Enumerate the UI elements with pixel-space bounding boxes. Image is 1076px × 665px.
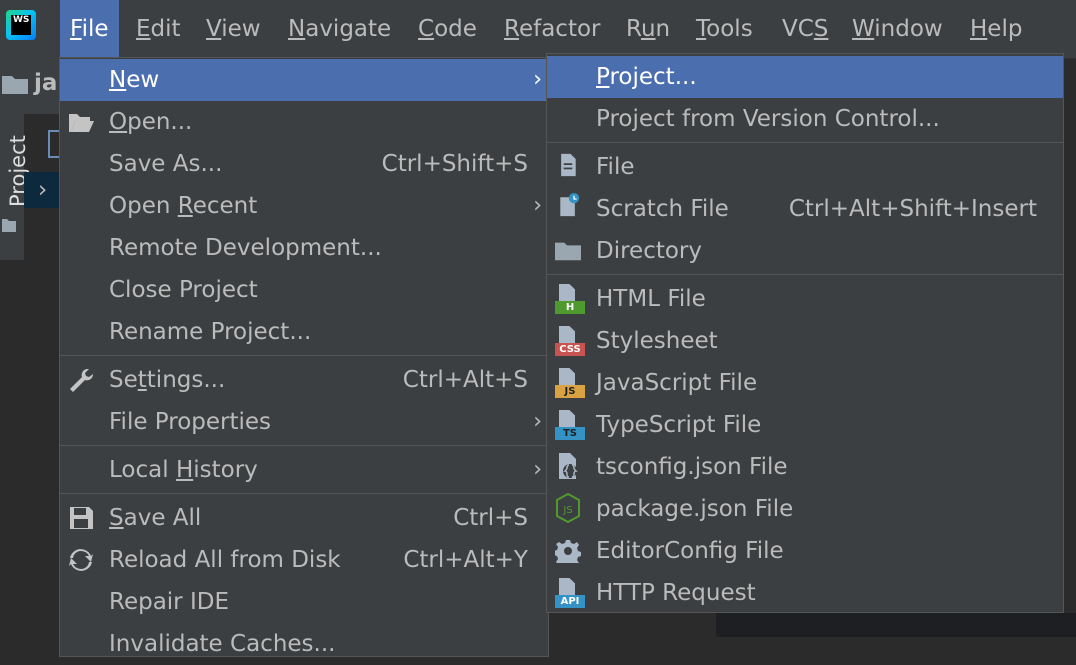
- submenu-item-editorconfig[interactable]: EditorConfig File: [547, 530, 1063, 572]
- menu-refactor[interactable]: Refactor: [494, 0, 611, 58]
- menu-item-save-as[interactable]: Save As... Ctrl+Shift+S: [60, 143, 548, 185]
- ts-file-icon: TS: [555, 410, 585, 440]
- menu-item-open-recent[interactable]: Open Recent ›: [60, 185, 548, 227]
- submenu-item-file[interactable]: File: [547, 146, 1063, 188]
- tsconfig-icon: [559, 453, 578, 479]
- submenu-arrow-icon: ›: [533, 409, 542, 434]
- menu-item-close-project[interactable]: Close Project: [60, 269, 548, 311]
- new-submenu-popup: Project... Project from Version Control.…: [546, 53, 1064, 613]
- menu-item-remote-development[interactable]: Remote Development...: [60, 227, 548, 269]
- menu-item-settings[interactable]: Settings... Ctrl+Alt+S: [60, 359, 548, 401]
- file-menu-popup: New › Open... Save As... Ctrl+Shift+S Op…: [59, 57, 549, 657]
- menu-view[interactable]: View: [196, 0, 271, 58]
- submenu-item-typescript-file[interactable]: TS TypeScript File: [547, 404, 1063, 446]
- submenu-item-javascript-file[interactable]: JS JavaScript File: [547, 362, 1063, 404]
- app-logo-text: WS: [11, 15, 31, 35]
- submenu-item-html-file[interactable]: H HTML File: [547, 278, 1063, 320]
- submenu-item-scratch-file[interactable]: Scratch File Ctrl+Alt+Shift+Insert: [547, 188, 1063, 230]
- submenu-item-project[interactable]: Project...: [547, 56, 1063, 98]
- menu-item-reload-all-from-disk[interactable]: Reload All from Disk Ctrl+Alt+Y: [60, 539, 548, 581]
- menu-separator: [547, 274, 1063, 275]
- menu-separator: [60, 493, 548, 494]
- menu-vcs[interactable]: VCS: [772, 0, 838, 58]
- submenu-arrow-icon: ›: [533, 457, 542, 482]
- wrench-icon: [70, 368, 94, 392]
- submenu-item-project-from-vcs[interactable]: Project from Version Control...: [547, 98, 1063, 140]
- submenu-item-stylesheet[interactable]: CSS Stylesheet: [547, 320, 1063, 362]
- menu-item-save-all[interactable]: Save All Ctrl+S: [60, 497, 548, 539]
- menu-code[interactable]: Code: [408, 0, 487, 58]
- svg-text:JS: JS: [562, 505, 572, 516]
- html-file-icon: H: [555, 284, 585, 314]
- gear-icon: [555, 540, 581, 563]
- menu-separator: [60, 355, 548, 356]
- shortcut: Ctrl+Shift+S: [381, 151, 528, 177]
- menu-edit[interactable]: Edit: [126, 0, 191, 58]
- submenu-item-directory[interactable]: Directory: [547, 230, 1063, 272]
- submenu-item-http-request[interactable]: API HTTP Request: [547, 572, 1063, 614]
- menu-window[interactable]: Window: [842, 0, 953, 58]
- css-file-icon: CSS: [555, 326, 585, 356]
- chevron-right-icon[interactable]: ›: [38, 172, 47, 208]
- project-folder-icon: [2, 76, 28, 94]
- reload-icon: [69, 549, 93, 571]
- menu-navigate[interactable]: Navigate: [278, 0, 401, 58]
- menu-bar: WS File Edit View Navigate Code Refactor…: [0, 0, 1076, 59]
- folder-icon: [2, 219, 16, 232]
- project-breadcrumb[interactable]: ja: [34, 70, 57, 96]
- shortcut: Ctrl+Alt+Shift+Insert: [788, 196, 1037, 222]
- webstorm-logo-icon[interactable]: WS: [6, 10, 36, 40]
- js-file-icon: JS: [555, 368, 585, 398]
- folder-open-icon: [69, 114, 94, 132]
- menu-item-file-properties[interactable]: File Properties ›: [60, 401, 548, 443]
- submenu-arrow-icon: ›: [533, 67, 542, 92]
- nodejs-icon: JS: [556, 493, 580, 523]
- menu-separator: [60, 445, 548, 446]
- editor-background: [716, 613, 1076, 637]
- menu-help[interactable]: Help: [960, 0, 1032, 58]
- submenu-arrow-icon: ›: [533, 193, 542, 218]
- menu-file[interactable]: File: [60, 0, 119, 58]
- scratch-file-icon: [560, 193, 580, 217]
- menu-item-open[interactable]: Open...: [60, 101, 548, 143]
- http-request-icon: API: [555, 578, 585, 608]
- submenu-item-tsconfig[interactable]: tsconfig.json File: [547, 446, 1063, 488]
- menu-tools[interactable]: Tools: [686, 0, 763, 58]
- menu-run[interactable]: Run: [616, 0, 680, 58]
- folder-icon: [555, 242, 581, 261]
- menu-item-new[interactable]: New ›: [60, 59, 548, 101]
- menu-separator: [547, 142, 1063, 143]
- shortcut: Ctrl+Alt+S: [402, 367, 528, 393]
- menu-item-local-history[interactable]: Local History ›: [60, 449, 548, 491]
- floppy-disk-icon: [70, 507, 93, 529]
- menu-item-invalidate-caches[interactable]: Invalidate Caches...: [60, 623, 548, 665]
- menu-item-repair-ide[interactable]: Repair IDE: [60, 581, 548, 623]
- menu-item-rename-project[interactable]: Rename Project...: [60, 311, 548, 353]
- submenu-item-package-json[interactable]: JS package.json File: [547, 488, 1063, 530]
- shortcut: Ctrl+Alt+Y: [403, 547, 528, 573]
- file-icon: [561, 153, 576, 177]
- shortcut: Ctrl+S: [453, 505, 528, 531]
